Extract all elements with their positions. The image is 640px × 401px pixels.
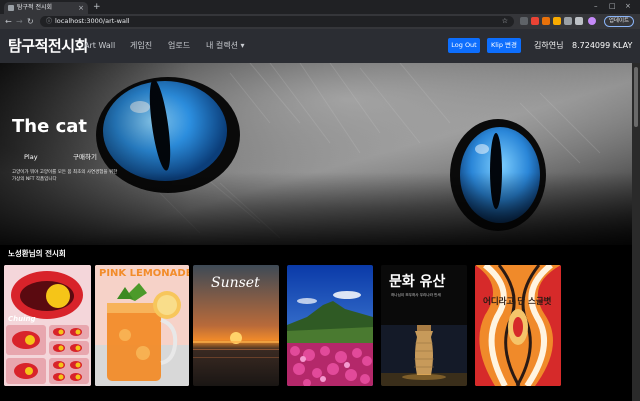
artwork-image	[4, 265, 91, 386]
hero-description: 고양이가 뭐야 고양이를 모든 봄 최초의 사연경험을 위한 가상의 NFT 작…	[12, 170, 118, 182]
nav-upload[interactable]: 업로드	[168, 40, 190, 52]
artwork-card-cultural-heritage[interactable]: 문화 유산 하나님이 보우하사 우리나라 만세	[381, 265, 467, 386]
artwork-caption: Sunset	[211, 275, 260, 291]
klip-change-button[interactable]: Klip 변경	[487, 38, 521, 53]
extension-icon[interactable]	[542, 17, 550, 25]
artwork-card-pink-lemonade[interactable]: PINK LEMONADE	[95, 265, 189, 386]
extension-icon[interactable]	[553, 17, 561, 25]
close-tab-icon[interactable]: ×	[78, 3, 84, 13]
browser-tab-bar: 탐구적 전시회 × + – □ ×	[0, 0, 640, 14]
avatar[interactable]	[588, 17, 596, 25]
minimize-icon[interactable]: –	[594, 1, 598, 11]
exhibition-section: 노성환님의 전시회 Chuing PINK LEMONADE Sunset 문화…	[0, 245, 632, 401]
browser-toolbar: ← → ↻ ⓘ localhost:3000/art-wall ☆ 업데이트	[0, 14, 640, 29]
nav-game[interactable]: 게임진	[130, 40, 152, 52]
address-bar[interactable]: ⓘ localhost:3000/art-wall ☆	[40, 16, 514, 27]
bookmark-star-icon[interactable]: ☆	[502, 16, 508, 27]
artwork-subcaption: 하나님이 보우하사 우리나라 만세	[391, 293, 441, 297]
site-logo[interactable]: 탐구적전시회	[8, 36, 88, 56]
logout-button[interactable]: Log Out	[448, 38, 480, 53]
section-title: 노성환님의 전시회	[8, 249, 66, 258]
extension-icon[interactable]	[531, 17, 539, 25]
artwork-caption: 문화 유산	[389, 274, 446, 290]
nav-my-collection[interactable]: 내 컬렉션 ▾	[206, 40, 245, 52]
nav-art-wall[interactable]: Art Wall	[84, 40, 115, 52]
artwork-card-sunset[interactable]: Sunset	[193, 265, 279, 386]
scrollbar[interactable]	[632, 63, 640, 401]
artwork-card-mountain-flowers[interactable]	[287, 265, 373, 386]
reload-icon[interactable]: ↻	[27, 16, 34, 27]
artwork-caption: PINK LEMONADE	[99, 268, 189, 279]
favicon-icon	[8, 5, 14, 11]
play-button[interactable]: Play	[24, 152, 38, 162]
buy-button[interactable]: 구매하기	[73, 152, 97, 162]
artwork-image	[287, 265, 373, 386]
artwork-image	[95, 265, 189, 386]
maximize-icon[interactable]: □	[609, 1, 616, 11]
artwork-card-chuing[interactable]: Chuing	[4, 265, 91, 386]
tab-title: 탐구적 전시회	[17, 4, 53, 11]
scrollbar-thumb[interactable]	[634, 67, 638, 127]
artwork-card-psychedelic[interactable]: 어디라고 단 스글볏	[475, 265, 561, 386]
klay-balance: 8.724099 KLAY	[572, 41, 633, 50]
back-icon[interactable]: ←	[5, 16, 12, 27]
artwork-image	[475, 265, 561, 386]
site-header: 탐구적전시회 Art Wall 게임진 업로드 내 컬렉션 ▾ Log Out …	[0, 29, 640, 63]
forward-icon[interactable]: →	[16, 16, 23, 27]
extensions-puzzle-icon[interactable]	[564, 17, 572, 25]
hero-banner: The cat Play 구매하기 고양이가 뭐야 고양이를 모든 봄 최초의 …	[0, 63, 632, 245]
hero-title: The cat	[12, 116, 87, 137]
artwork-caption: 어디라고 단 스글볏	[483, 297, 552, 307]
close-window-icon[interactable]: ×	[625, 1, 631, 11]
update-button[interactable]: 업데이트	[604, 16, 634, 27]
user-name: 김하연님	[534, 41, 564, 50]
extension-icon[interactable]	[520, 17, 528, 25]
new-tab-icon[interactable]: +	[93, 2, 101, 12]
info-icon[interactable]: ⓘ	[46, 17, 52, 26]
url-text: localhost:3000/art-wall	[55, 17, 130, 25]
browser-tab[interactable]: 탐구적 전시회 ×	[4, 2, 88, 14]
sidepanel-icon[interactable]	[575, 17, 583, 25]
artwork-caption: Chuing	[8, 315, 36, 323]
